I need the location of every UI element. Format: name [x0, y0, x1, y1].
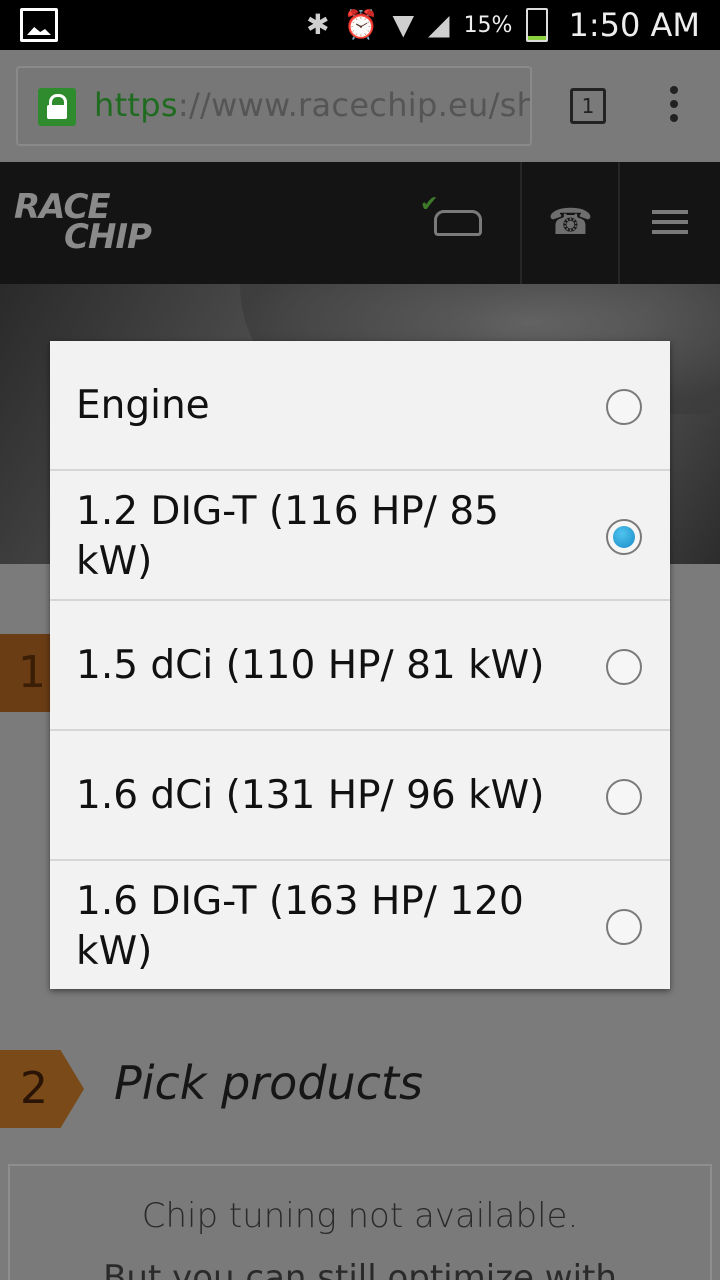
engine-option-label: 1.6 DIG-T (163 HP/ 120 kW): [76, 879, 524, 974]
engine-option[interactable]: 1.2 DIG-T (116 HP/ 85 kW): [50, 471, 670, 601]
lock-icon: [38, 88, 76, 126]
engine-option[interactable]: 1.5 dCi (110 HP/ 81 kW): [50, 601, 670, 731]
address-bar[interactable]: https://www.racechip.eu/sh: [16, 66, 532, 146]
clock: 1:50 AM: [568, 6, 700, 44]
battery-icon: [526, 8, 549, 42]
radio-button[interactable]: [606, 389, 642, 425]
status-bar: ✱ ⏰ ▼ ◢ 15% 1:50 AM: [0, 0, 720, 50]
engine-option-label: Engine: [76, 383, 210, 428]
browser-toolbar: https://www.racechip.eu/sh 1: [0, 50, 720, 162]
tab-switcher-button[interactable]: 1: [570, 88, 606, 124]
engine-option[interactable]: Engine: [50, 341, 670, 471]
availability-notice: Chip tuning not available. But you can s…: [8, 1164, 712, 1280]
url-protocol: https: [94, 86, 178, 124]
hamburger-menu-icon[interactable]: [652, 210, 688, 240]
step-2-title: Pick products: [114, 1056, 423, 1110]
url-text: https://www.racechip.eu/sh: [94, 86, 532, 124]
notice-line-2: But you can still optimize with: [103, 1258, 617, 1280]
site-header: RACE CHIP ✔ ☎: [0, 162, 720, 284]
vehicle-selected-button[interactable]: ✔: [420, 192, 490, 252]
header-divider: [520, 162, 522, 284]
gallery-notification-icon: [20, 8, 58, 42]
status-icons: ✱ ⏰ ▼ ◢ 15% 1:50 AM: [306, 0, 720, 50]
bluetooth-icon: ✱: [306, 8, 330, 41]
url-separator: ://: [177, 86, 212, 124]
overflow-menu-icon[interactable]: [668, 86, 680, 126]
car-icon: [434, 210, 482, 236]
wifi-icon: ▼: [392, 8, 415, 41]
engine-option[interactable]: 1.6 DIG-T (163 HP/ 120 kW): [50, 861, 670, 989]
alarm-icon: ⏰: [343, 8, 379, 41]
battery-percent: 15%: [463, 12, 513, 38]
notice-line-1: Chip tuning not available.: [141, 1196, 579, 1236]
header-divider: [618, 162, 620, 284]
engine-option-label: 1.2 DIG-T (116 HP/ 85 kW): [76, 489, 499, 584]
engine-select-dialog: Engine 1.2 DIG-T (116 HP/ 85 kW) 1.5 dCi…: [50, 341, 670, 989]
racechip-logo[interactable]: RACE CHIP: [14, 190, 152, 254]
radio-button[interactable]: [606, 779, 642, 815]
engine-option[interactable]: 1.6 dCi (131 HP/ 96 kW): [50, 731, 670, 861]
engine-option-label: 1.6 dCi (131 HP/ 96 kW): [76, 773, 545, 818]
signal-icon: ◢: [428, 8, 450, 41]
engine-option-label: 1.5 dCi (110 HP/ 81 kW): [76, 643, 545, 688]
radio-button[interactable]: [606, 649, 642, 685]
phone-icon[interactable]: ☎: [548, 202, 593, 243]
radio-button-selected[interactable]: [606, 519, 642, 555]
radio-button[interactable]: [606, 909, 642, 945]
url-host: www.racechip.eu/sh: [211, 86, 532, 124]
